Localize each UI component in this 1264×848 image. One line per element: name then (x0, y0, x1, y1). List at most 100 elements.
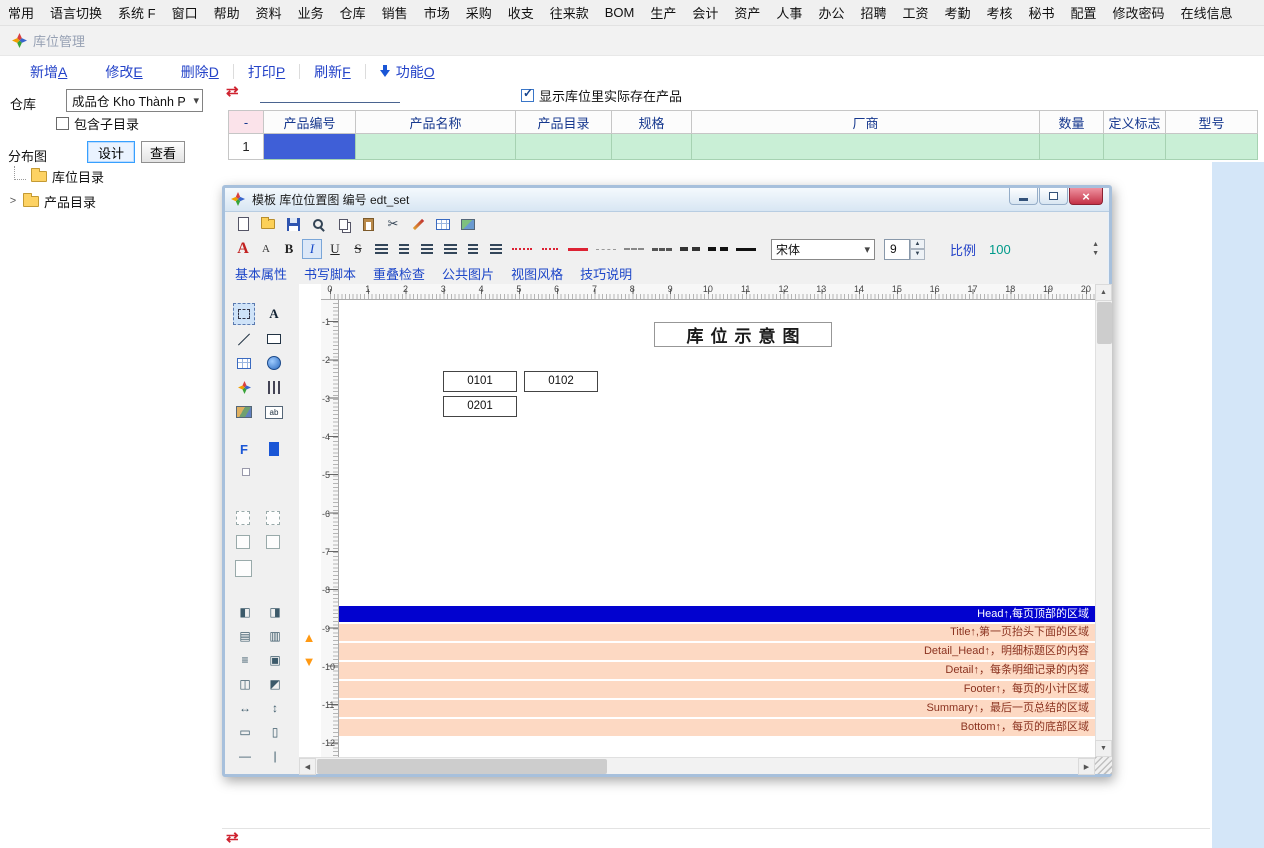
grid-header-cell[interactable]: 产品名称 (356, 110, 516, 134)
align-tool-icon[interactable]: ↔ (235, 701, 255, 715)
line-style-dash-thin[interactable] (593, 241, 618, 257)
align-left-button[interactable] (371, 241, 391, 257)
shape-button-large[interactable] (235, 560, 252, 577)
line-style-red-solid[interactable] (565, 241, 590, 257)
menu-item[interactable]: 人事 (768, 3, 810, 22)
menu-item[interactable]: 办公 (810, 3, 852, 22)
font-family-select[interactable]: 宋体 ▾ (771, 239, 875, 260)
grid-cell[interactable] (1166, 134, 1258, 160)
designer-tab[interactable]: 书写脚本 (304, 264, 356, 283)
menu-item[interactable]: 资料 (248, 3, 290, 22)
menu-item[interactable]: 收支 (500, 3, 542, 22)
scroll-up-button[interactable]: ▲ (1095, 284, 1112, 301)
font-shrink-button[interactable]: A (256, 239, 276, 259)
menu-item[interactable]: 考核 (979, 3, 1021, 22)
picture-tool[interactable] (233, 401, 255, 423)
table-icon[interactable] (434, 215, 452, 233)
designer-tab[interactable]: 基本属性 (235, 264, 287, 283)
shape-button-dashed-2[interactable] (266, 511, 280, 525)
align-tool-icon[interactable]: ◩ (265, 677, 285, 691)
align-center-button[interactable] (394, 241, 414, 257)
vertical-scrollbar[interactable]: ▲ ▼ (1095, 284, 1112, 757)
align-tool-icon[interactable]: | (265, 749, 285, 763)
menu-item[interactable]: 生产 (642, 3, 684, 22)
menu-item[interactable]: 往来款 (542, 3, 597, 22)
align-tool-icon[interactable]: ▥ (265, 629, 285, 643)
line-style-red-dots[interactable] (537, 241, 562, 257)
font-size-value[interactable]: 9 (884, 239, 910, 260)
underline-button[interactable]: U (325, 239, 345, 259)
menu-item[interactable]: 配置 (1063, 3, 1105, 22)
copy-icon[interactable] (334, 215, 352, 233)
restore-button[interactable] (1039, 188, 1068, 205)
menu-item[interactable]: BOM (597, 5, 643, 20)
wand-icon[interactable] (409, 215, 427, 233)
shape-button-2[interactable] (266, 535, 280, 549)
tree-item-location-catalog[interactable]: 库位目录 (14, 168, 104, 184)
expander-icon[interactable]: > (8, 195, 18, 207)
grid-cell[interactable] (692, 134, 1040, 160)
align-bottom-button[interactable] (486, 241, 506, 257)
location-cell-0201[interactable]: 0201 (443, 396, 517, 417)
grid-header-cell[interactable]: 定义标志 (1104, 110, 1166, 134)
location-code-input[interactable] (260, 86, 400, 103)
columns-tool[interactable] (263, 376, 285, 398)
tree-item-product-catalog[interactable]: > 产品目录 (8, 193, 96, 209)
image-icon[interactable] (459, 215, 477, 233)
shape-button-1[interactable] (236, 535, 250, 549)
align-tool-icon[interactable]: — (235, 749, 255, 763)
menu-item[interactable]: 窗口 (164, 3, 206, 22)
align-tool-icon[interactable]: ◫ (235, 677, 255, 691)
new-icon[interactable] (234, 215, 252, 233)
grid-tool[interactable] (233, 352, 255, 374)
scroll-left-button[interactable]: ◀ (299, 758, 316, 775)
warehouse-select[interactable]: 成品仓 Kho Thành P ▾ (66, 89, 203, 112)
horizontal-scrollbar[interactable]: ◀ ▶ (299, 757, 1095, 774)
menu-item[interactable]: 销售 (374, 3, 416, 22)
font-size-up-button[interactable]: ▲ (910, 239, 925, 250)
menu-item[interactable]: 招聘 (852, 3, 894, 22)
location-cell-0101[interactable]: 0101 (443, 371, 517, 392)
scroll-right-button[interactable]: ▶ (1078, 758, 1095, 775)
menu-item[interactable]: 帮助 (206, 3, 248, 22)
minimize-button[interactable] (1009, 188, 1038, 205)
menu-item[interactable]: 在线信息 (1173, 3, 1241, 22)
add-button[interactable]: 新增A (30, 62, 67, 82)
grid-header-cell[interactable]: 型号 (1166, 110, 1258, 134)
align-justify-button[interactable] (440, 241, 460, 257)
canvas-title-box[interactable]: 库位示意图 (654, 322, 832, 347)
fill-tool[interactable] (263, 438, 285, 460)
row-number-cell[interactable]: 1 (228, 134, 264, 160)
cut-icon[interactable]: ✂ (384, 215, 402, 233)
line-style-dash-medium[interactable] (649, 241, 674, 257)
design-canvas[interactable]: 库位示意图 0101 0102 0201 Head↑,每页顶部的区域 Title… (339, 300, 1095, 757)
grid-header-cell[interactable]: 数量 (1040, 110, 1104, 134)
include-subdir-checkbox[interactable]: 包含子目录 (56, 115, 139, 131)
font-color-button[interactable]: A (233, 239, 253, 259)
sparkle-tool[interactable] (233, 376, 255, 398)
line-style-dash-heavy[interactable] (705, 241, 730, 257)
align-tool-icon[interactable]: ▯ (265, 725, 285, 739)
select-tool[interactable] (233, 303, 255, 325)
menu-item[interactable]: 仓库 (332, 3, 374, 22)
band-row[interactable]: Detail↑，每条明细记录的内容 (339, 662, 1095, 679)
designer-tab[interactable]: 重叠检查 (373, 264, 425, 283)
line-style-dash[interactable] (621, 241, 646, 257)
align-tool-icon[interactable]: ↕ (265, 701, 285, 715)
view-button[interactable]: 查看 (141, 141, 185, 163)
menu-item[interactable]: 工资 (894, 3, 936, 22)
menu-item[interactable]: 考勤 (936, 3, 978, 22)
designer-tab[interactable]: 视图风格 (511, 264, 563, 283)
swap-icon-bottom[interactable]: ⇄ (226, 830, 239, 846)
scroll-down-button[interactable]: ▼ (1095, 740, 1112, 757)
band-row[interactable]: Summary↑，最后一页总结的区域 (339, 700, 1095, 717)
location-cell-0102[interactable]: 0102 (524, 371, 598, 392)
italic-button[interactable]: I (302, 239, 322, 259)
band-row[interactable]: Title↑,第一页抬头下面的区域 (339, 624, 1095, 641)
text-tool[interactable]: A (263, 303, 285, 325)
band-up-arrow[interactable]: ▲ (301, 630, 317, 646)
band-down-arrow[interactable]: ▼ (301, 654, 317, 670)
show-products-checkbox[interactable]: ✓ 显示库位里实际存在产品 (521, 87, 682, 103)
menu-item[interactable]: 常用 (0, 3, 42, 22)
align-tool-icon[interactable]: ◧ (235, 605, 255, 619)
